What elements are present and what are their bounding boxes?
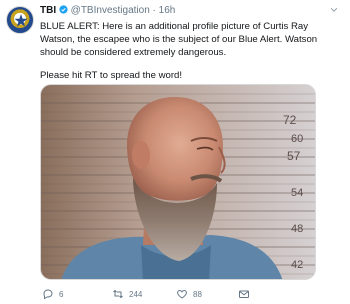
ruler-mark: 42: [291, 259, 303, 271]
timestamp[interactable]: 16h: [159, 5, 176, 16]
verified-icon: [59, 5, 68, 14]
separator-dot: ·: [152, 5, 156, 16]
ruler-mark: 48: [291, 223, 303, 235]
reply-button[interactable]: 6: [42, 287, 63, 301]
like-count: 88: [193, 289, 202, 299]
tweet-text-2: Please hit RT to spread the word!: [40, 70, 183, 81]
heart-icon: [177, 289, 187, 299]
retweet-button[interactable]: 244: [112, 287, 142, 301]
ruler-mark: 54: [291, 187, 303, 199]
chevron-down-icon[interactable]: [328, 5, 340, 15]
envelope-icon: [239, 290, 249, 298]
like-button[interactable]: 88: [176, 287, 202, 301]
ruler-mark: 72: [283, 113, 297, 127]
tweet: TBI @TBInvestigation · 16h BLUE ALERT: H…: [0, 0, 350, 304]
tweet-text: BLUE ALERT: Here is an additional profil…: [40, 21, 318, 58]
tweet-header: TBI @TBInvestigation · 16h: [40, 5, 175, 17]
retweet-count: 244: [129, 289, 143, 299]
reply-count: 6: [59, 289, 64, 299]
badge-icon: [14, 14, 28, 27]
ruler-mark: 57: [287, 149, 301, 163]
reply-icon: [43, 289, 53, 300]
profile-avatar[interactable]: [6, 6, 34, 34]
tweet-photo[interactable]: 72 60 57 54 48 42: [40, 84, 316, 280]
display-name[interactable]: TBI: [40, 5, 56, 16]
mugshot-image: 72 60 57 54 48 42: [41, 85, 315, 279]
direct-message-button[interactable]: [238, 287, 250, 301]
ruler-mark: 60: [291, 133, 303, 145]
tweet-actions: 6 244 88: [40, 287, 340, 301]
user-handle[interactable]: @TBInvestigation: [71, 5, 150, 16]
retweet-icon: [113, 289, 123, 299]
